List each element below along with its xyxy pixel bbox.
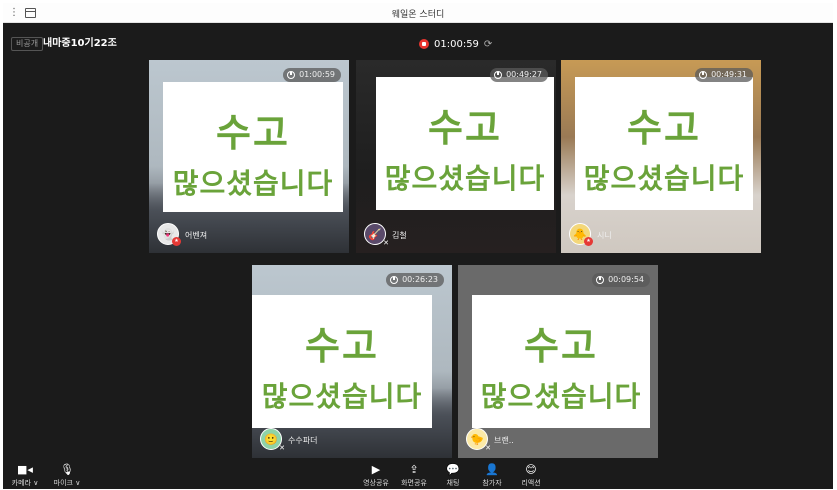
- ghost-avatar: 👻 ★: [157, 223, 181, 246]
- microphone-icon: 🎙: [60, 463, 74, 476]
- participant-tile[interactable]: 수고 많으셨습니다 00:26:23 🙂 ✕ 수수파더: [252, 265, 452, 458]
- duration-text: 00:49:31: [711, 70, 747, 79]
- reaction-label: 리액션: [521, 479, 541, 487]
- photo-avatar: 🎸 ✕: [364, 223, 389, 247]
- play-icon: ▶: [371, 463, 381, 476]
- mic-muted-icon: ✕: [485, 444, 491, 452]
- emoji-avatar: 🐥 ★: [569, 223, 593, 246]
- participant-name: 김철: [392, 231, 407, 240]
- card-line2: 많으셨습니다: [480, 380, 642, 413]
- participants-button[interactable]: 👤 참가자: [472, 463, 512, 488]
- participant-name: 시니: [597, 231, 612, 240]
- thanks-card: 수고 많으셨습니다: [575, 77, 753, 210]
- duration-pill: 00:49:27: [490, 68, 548, 82]
- video-call-window: ⋮ 웨일온 스터디 비공개 내마중10기22조 01:00:59 ⟳ 수고 많으…: [3, 3, 833, 489]
- screen-share-button[interactable]: ⇪ 화면공유: [394, 463, 434, 488]
- card-line1: 수고: [524, 324, 598, 368]
- card-line1: 수고: [216, 111, 290, 155]
- screen-share-label: 화면공유: [401, 479, 427, 487]
- duration-text: 00:09:54: [608, 275, 644, 284]
- private-badge: 비공개: [11, 37, 44, 51]
- participants-label: 참가자: [482, 479, 502, 487]
- clock-icon: [390, 276, 399, 284]
- refresh-icon[interactable]: ⟳: [484, 39, 492, 50]
- card-line2: 많으셨습니다: [172, 167, 334, 200]
- card-line1: 수고: [428, 106, 502, 150]
- card-line2: 많으셨습니다: [384, 162, 546, 195]
- person-icon: 👤: [485, 463, 499, 476]
- participant-tile[interactable]: 수고 많으셨습니다 01:00:59 👻 ★ 어벤져: [149, 60, 349, 253]
- card-line1: 수고: [305, 324, 379, 368]
- room-name: 내마중10기22조: [43, 38, 117, 49]
- window-title: 웨일온 스터디: [391, 10, 445, 20]
- camera-icon: ■◂: [17, 463, 33, 476]
- clock-icon: [596, 276, 605, 284]
- chat-label: 채팅: [446, 479, 460, 487]
- title-bar: ⋮ 웨일온 스터디: [3, 3, 833, 23]
- green-avatar: 🙂 ✕: [260, 428, 285, 452]
- reaction-button[interactable]: 😊 리액션: [511, 463, 551, 488]
- host-icon: ★: [584, 237, 593, 246]
- chat-icon: 💬: [446, 463, 460, 476]
- camera-label: 카메라 ∨: [11, 479, 39, 487]
- card-line1: 수고: [627, 106, 701, 150]
- participant-name: 브랜..: [494, 436, 514, 445]
- participant-name: 어벤져: [185, 231, 208, 240]
- chick-avatar: 🐤 ✕: [466, 428, 491, 452]
- mic-muted-icon: ✕: [383, 239, 389, 247]
- mic-muted-icon: ✕: [279, 444, 285, 452]
- session-timer: 01:00:59 ⟳: [419, 36, 492, 52]
- microphone-label: 마이크 ∨: [53, 479, 81, 487]
- thanks-card: 수고 많으셨습니다: [376, 77, 554, 210]
- screen-share-icon: ⇪: [409, 463, 419, 476]
- participant-tile[interactable]: 수고 많으셨습니다 00:49:27 🎸 ✕ 김철: [356, 60, 556, 253]
- smile-icon: 😊: [525, 463, 537, 476]
- bottom-toolbar: ■◂ 카메라 ∨ 🎙 마이크 ∨ ▶ 영상공유 ⇪ 화면공유 💬 채팅 👤 참가…: [3, 460, 833, 489]
- session-time: 01:00:59: [434, 38, 479, 50]
- microphone-button[interactable]: 🎙 마이크 ∨: [47, 463, 87, 488]
- video-share-label: 영상공유: [363, 479, 389, 487]
- clock-icon: [287, 71, 296, 79]
- card-line2: 많으셨습니다: [261, 380, 423, 413]
- participant-tile[interactable]: 수고 많으셨습니다 00:09:54 🐤 ✕ 브랜..: [458, 265, 658, 458]
- card-line2: 많으셨습니다: [583, 162, 745, 195]
- duration-text: 00:26:23: [402, 275, 438, 284]
- duration-pill: 01:00:59: [283, 68, 341, 82]
- duration-pill: 00:09:54: [592, 273, 650, 287]
- record-icon: [419, 39, 429, 49]
- clock-icon: [494, 71, 503, 79]
- thanks-card: 수고 많으셨습니다: [472, 295, 650, 428]
- duration-text: 01:00:59: [299, 70, 335, 79]
- host-icon: ★: [172, 237, 181, 246]
- thanks-card: 수고 많으셨습니다: [252, 295, 432, 428]
- duration-pill: 00:49:31: [695, 68, 753, 82]
- camera-button[interactable]: ■◂ 카메라 ∨: [5, 463, 45, 488]
- chat-button[interactable]: 💬 채팅: [433, 463, 473, 488]
- participant-name: 수수파더: [288, 436, 318, 445]
- thanks-card: 수고 많으셨습니다: [163, 82, 343, 212]
- clock-icon: [699, 71, 708, 79]
- duration-pill: 00:26:23: [386, 273, 444, 287]
- participant-tile[interactable]: 수고 많으셨습니다 00:49:31 🐥 ★ 시니: [561, 60, 761, 253]
- duration-text: 00:49:27: [506, 70, 542, 79]
- video-share-button[interactable]: ▶ 영상공유: [356, 463, 396, 488]
